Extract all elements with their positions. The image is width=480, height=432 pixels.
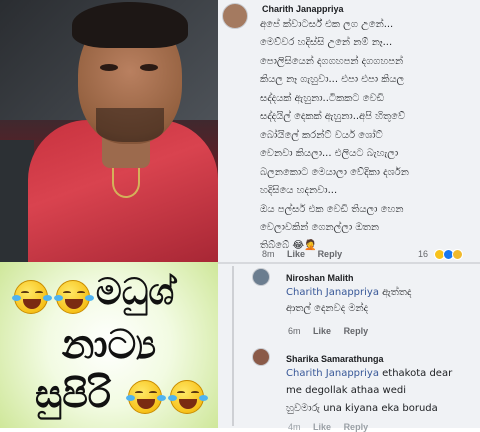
- reply-line: හුවමාරු una kiyana eka boruda: [286, 403, 438, 414]
- reply-line: Charith Janappriya ethakota dear: [286, 365, 452, 384]
- suspect-photo: [0, 0, 218, 262]
- reply-text: ඇත්තද: [378, 287, 412, 298]
- comment-line: සද්දයක් ඇහුනා..ටිකකට වෙඩි: [260, 93, 385, 104]
- comment-time: 8m: [262, 249, 275, 259]
- reply-actions: 6m Like Reply: [288, 326, 378, 336]
- comment-line: මෙව්වර හදිස්සි උනේ නම් නෑ...: [260, 37, 393, 48]
- avatar[interactable]: [222, 3, 248, 29]
- reaction-icons[interactable]: [434, 249, 463, 260]
- comment-line: හදිසියෙ හදනවා...: [260, 185, 338, 196]
- right-eye: [140, 64, 158, 71]
- reply-line: me degollak athaa wedi: [286, 385, 406, 396]
- wow-reaction-icon: [452, 249, 463, 260]
- comment-line: පොලිසියෙන් දගගහපන් දගගහපන්: [260, 56, 404, 67]
- reply-line: ආතල් දෙනවද මන්ද: [286, 303, 369, 314]
- mention-link[interactable]: Charith Janappriya: [286, 368, 379, 379]
- meme-caption-panel: මධුශ් නාට්‍ය සුපිරි: [0, 262, 218, 428]
- like-button[interactable]: Like: [287, 249, 305, 259]
- comment-line: වෙලාවකින් ගෙනල්ලා ඔතන: [260, 222, 379, 233]
- avatar[interactable]: [252, 268, 270, 286]
- reply-thread-line: [232, 266, 234, 426]
- laughing-emoji-icon: [12, 280, 52, 314]
- reply-time: 6m: [288, 326, 301, 336]
- comment-line: බලනකොට මෙයාලා වේදිකා දර්ශන: [260, 167, 409, 178]
- comment-line: සද්දයිල් දෙකක් ඇහුනා..අපි හිතුවේ: [260, 111, 406, 122]
- reply-actions: 4m Like Reply: [288, 422, 378, 432]
- laughing-emoji-icon: [126, 380, 166, 414]
- section-divider: [218, 262, 480, 264]
- reply-author[interactable]: Niroshan Malith: [286, 273, 354, 283]
- like-button[interactable]: Like: [313, 326, 331, 336]
- beard: [96, 108, 164, 142]
- comment-actions: 8m Like Reply: [262, 249, 352, 259]
- meme-line-1: මධුශ්: [95, 272, 175, 313]
- reply-button[interactable]: Reply: [344, 422, 369, 432]
- comment-line: වෙනවා කියලා... එලියට බැහැලා: [260, 148, 399, 159]
- reaction-count[interactable]: 16: [418, 249, 428, 259]
- meme-line-2: නාට්‍ය: [61, 322, 157, 368]
- reply-text: ethakota dear: [378, 368, 453, 379]
- comment-author[interactable]: Charith Janappriya: [262, 4, 344, 14]
- reply-button[interactable]: Reply: [344, 326, 369, 336]
- comment-line: බෝයිලේ කරන්ට් වයර් ශෝට්: [260, 130, 383, 141]
- laughing-emoji-icon: [168, 380, 208, 414]
- reply-time: 4m: [288, 422, 301, 432]
- comment-line: කියල නෑ ගැහුවා... එපා එපා කියල: [260, 74, 405, 85]
- gold-chain: [112, 168, 140, 198]
- left-eye: [100, 64, 118, 71]
- comment-line: ඔය පල්සර් එක වෙඩි තියලා හෙන: [260, 204, 404, 215]
- like-button[interactable]: Like: [313, 422, 331, 432]
- hair: [72, 2, 188, 48]
- avatar[interactable]: [252, 348, 270, 366]
- reply-button[interactable]: Reply: [318, 249, 343, 259]
- mention-link[interactable]: Charith Janappriya: [286, 287, 379, 298]
- comment-line: අපේ ක්වාටර්ස් එක ලග උනේ...: [260, 19, 394, 30]
- reply-author[interactable]: Sharika Samarathunga: [286, 354, 384, 364]
